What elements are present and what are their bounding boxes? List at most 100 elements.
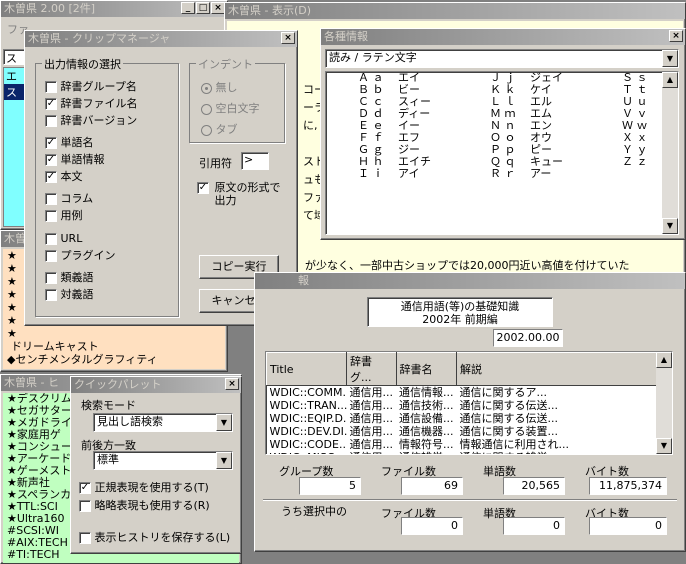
column-header[interactable]: 辞書グ... (346, 352, 397, 386)
radio-space[interactable]: 空白文字 (201, 98, 260, 119)
table-row[interactable]: WDIC::MISC...通信用...通信雑学...通信に関する雑学... (267, 451, 672, 454)
word-count-value: 20,565 (503, 477, 565, 495)
table-cell: WDIC::CODE... (269, 438, 347, 451)
list-item[interactable]: ★ (7, 327, 225, 340)
checkbox-url[interactable]: URL (45, 230, 116, 247)
scroll-down-icon[interactable]: ▼ (662, 218, 678, 234)
checkbox-icon[interactable] (45, 272, 57, 284)
info-window-titlebar[interactable]: 各種情報 × (321, 29, 685, 45)
checkbox-label: 略略表現も使用する(R) (94, 499, 210, 512)
checkbox-icon[interactable] (45, 289, 57, 301)
search-mode-select[interactable]: 見出し語検索 ▼ (93, 413, 233, 432)
checkbox-icon[interactable] (45, 210, 57, 222)
quick-palette-titlebar[interactable]: クイックパレット × (71, 377, 241, 393)
list-item[interactable]: ◆センチメンタルグラフィティ (7, 353, 225, 366)
dict-table[interactable]: Title 辞書グ... 辞書名 解説 WDIC::COMM... 通信用... 通信情報… (265, 351, 673, 455)
checkbox-checked-icon[interactable]: ✓ (45, 98, 57, 110)
clip-manager-titlebar[interactable]: 木曽県 - クリップマネージャ × (25, 31, 297, 47)
entry-list-partial[interactable]: エ ス (3, 67, 25, 227)
table-row[interactable]: WDIC::TRAN... 通信用... 通信技術... 通信に関する伝送... (267, 399, 672, 412)
scroll-up-icon[interactable]: ▲ (656, 352, 672, 368)
table-row[interactable]: WDIC::COMM... 通信用... 通信情報... 通信に関するア... (267, 386, 672, 400)
indent-options: 無し 空白文字 タブ (201, 77, 260, 140)
checkbox-original-format[interactable]: ✓ 原文の形式で 出力 (197, 181, 281, 207)
checkbox-icon[interactable] (45, 115, 57, 127)
list-item-selected[interactable]: ス (4, 84, 24, 100)
radio-icon[interactable] (201, 124, 212, 136)
chevron-down-icon[interactable]: ▼ (216, 452, 232, 469)
sel-byte-count-value: 0 (589, 517, 667, 535)
checkbox-abbrev[interactable]: 略略表現も使用する(R) (79, 497, 210, 513)
checkbox-plugin[interactable]: プラグイン (45, 247, 116, 264)
checkbox-antonym[interactable]: 対義語 (45, 286, 94, 303)
checkbox-icon[interactable] (45, 81, 57, 93)
checkbox-icon[interactable] (45, 193, 57, 205)
checkbox-dict-group[interactable]: 辞書グループ名 (45, 78, 138, 95)
select-value: 見出し語検索 (97, 415, 163, 428)
output-info-group-label: 出力情報の選択 (42, 56, 123, 72)
checkbox-checked-icon[interactable]: ✓ (45, 171, 57, 183)
match-select[interactable]: 標準 ▼ (93, 451, 233, 470)
table-cell: WDIC::EQIP.D... (269, 412, 347, 425)
search-input-partial[interactable]: ス (3, 49, 25, 65)
checkbox-icon[interactable] (45, 250, 57, 262)
scrollbar[interactable]: ▲ ▼ (656, 352, 672, 454)
checkbox-dict-file[interactable]: ✓ 辞書ファイル名 (45, 95, 138, 112)
radio-icon[interactable] (201, 82, 212, 94)
table-row[interactable]: WDIC::DEV.DI... 通信用... 通信機器... 通信に関する装置... (267, 425, 672, 438)
radio-tab[interactable]: タブ (201, 119, 260, 140)
checkbox-body[interactable]: ✓ 本文 (45, 168, 105, 185)
scrollbar[interactable]: ▲ ▼ (662, 72, 678, 234)
column-header[interactable]: 辞書名 (395, 352, 457, 386)
checkbox-checked-icon[interactable]: ✓ (197, 182, 209, 194)
radio-none[interactable]: 無し (201, 77, 260, 98)
table-row[interactable]: WDIC::EQIP.D... 通信用... 通信設備... 通信に関する伝送... (267, 412, 672, 425)
column-header[interactable]: Title (266, 352, 347, 386)
maximize-icon[interactable]: □ (196, 2, 210, 14)
scroll-up-icon[interactable]: ▲ (662, 72, 678, 88)
chevron-down-icon[interactable]: ▼ (216, 414, 232, 431)
table-cell: 通信用... (349, 412, 394, 425)
quote-input[interactable]: > (241, 152, 269, 170)
checkbox-checked-icon[interactable]: ✓ (45, 154, 57, 166)
close-icon[interactable]: × (225, 378, 239, 390)
checkbox-icon[interactable] (45, 233, 57, 245)
checkbox-synonym[interactable]: 類義語 (45, 269, 94, 286)
close-icon[interactable]: × (281, 32, 295, 44)
info-type-select[interactable]: 読み / ラテン文字 ▼ (325, 49, 679, 68)
checkbox-column[interactable]: コラム (45, 190, 93, 207)
checkbox-icon[interactable] (79, 532, 91, 544)
close-icon[interactable]: × (669, 30, 683, 42)
chevron-down-icon[interactable]: ▼ (662, 50, 678, 67)
checkbox-example[interactable]: 用例 (45, 207, 93, 224)
dict-window-titlebar[interactable]: 報 (255, 273, 685, 289)
checkbox-checked-icon[interactable]: ✓ (45, 137, 57, 149)
main-window-titlebar[interactable]: 木曽県 2.00 [2件] _ □ × (1, 1, 227, 17)
latin-reading: アイ (398, 167, 420, 180)
display-window-titlebar[interactable]: 木曽県 - 表示(D) (225, 3, 685, 19)
dict-list[interactable]: Title 辞書グ... 辞書名 解説 WDIC::COMM... 通信用... 通信情報… (266, 352, 672, 454)
checkbox-word-name[interactable]: ✓ 単語名 (45, 134, 105, 151)
column-header[interactable]: 解説 (456, 352, 672, 386)
checkbox-dict-version[interactable]: 辞書バージョン (45, 112, 138, 129)
checkbox-checked-icon[interactable]: ✓ (79, 482, 91, 494)
list-item[interactable]: ドリームキャスト (7, 340, 225, 353)
search-mode-label: 検索モード (81, 399, 136, 412)
checkbox-regex[interactable]: ✓ 正規表現を使用する(T) (79, 479, 209, 495)
checkbox-label: コラム (60, 192, 94, 205)
scroll-down-icon[interactable]: ▼ (656, 438, 672, 454)
dict-edition: 2002年 前期編 (422, 313, 498, 326)
dict-window: 報 通信用語(等)の基礎知識 2002年 前期編 2002.00.00 Titl… (254, 272, 686, 552)
table-row[interactable]: WDIC::CODE... 通信用... 情報符号... 情報通信に利用され... (267, 438, 672, 451)
checkbox-word-info[interactable]: ✓ 単語情報 (45, 151, 105, 168)
checkbox-label: 表示ヒストリを保存する(L) (94, 531, 231, 544)
table-cell: WDIC::MISC... (267, 451, 347, 454)
minimize-icon[interactable]: _ (181, 2, 195, 14)
checkbox-save-history[interactable]: 表示ヒストリを保存する(L) (79, 529, 230, 545)
checkbox-icon[interactable] (79, 500, 91, 512)
table-cell: 通信用... (349, 425, 394, 438)
list-item[interactable]: エ (4, 68, 24, 84)
close-icon[interactable]: × (211, 2, 225, 14)
radio-icon[interactable] (201, 103, 212, 115)
radio-label: タブ (215, 123, 238, 136)
